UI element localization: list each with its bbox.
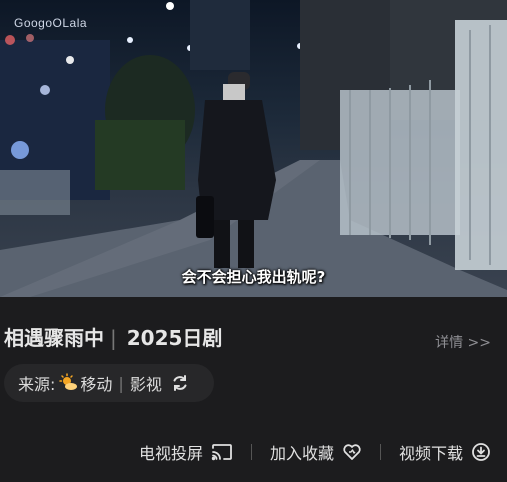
- cast-icon: [211, 444, 232, 461]
- download-icon: [472, 443, 490, 461]
- source-provider: 移动: [80, 375, 113, 394]
- video-subtitle: 会不会担心我出轨呢?: [181, 268, 326, 286]
- heart-icon: [343, 444, 361, 460]
- show-title: 相遇骤雨中 | 2025日剧: [4, 322, 222, 351]
- title-separator: |: [110, 326, 117, 350]
- show-title-text: 相遇骤雨中: [4, 326, 104, 350]
- action-divider: [250, 444, 252, 460]
- action-divider: [379, 444, 381, 460]
- video-player[interactable]: GoogoOLala 会不会担心我出轨呢?: [0, 0, 507, 297]
- cast-button[interactable]: 电视投屏: [139, 440, 233, 464]
- source-separator: |: [118, 373, 124, 393]
- favorite-button[interactable]: 加入收藏: [270, 440, 362, 464]
- details-link[interactable]: 详情 >>: [435, 332, 491, 352]
- download-label: 视频下载: [398, 444, 463, 463]
- title-row: 相遇骤雨中 | 2025日剧 详情 >>: [4, 322, 491, 352]
- favorite-label: 加入收藏: [269, 444, 334, 463]
- source-category: 影视: [129, 375, 162, 394]
- source-label: 来源:: [18, 375, 56, 394]
- sun-cloud-icon: [59, 373, 78, 390]
- download-button[interactable]: 视频下载: [399, 440, 491, 464]
- video-watermark: GoogoOLala: [14, 16, 88, 30]
- action-bar: 电视投屏 加入收藏 视频下载: [139, 440, 491, 464]
- refresh-icon[interactable]: [170, 373, 190, 393]
- cast-label: 电视投屏: [138, 444, 203, 463]
- source-selector[interactable]: 来源: 移动 | 影视: [4, 364, 214, 402]
- show-year-genre: 2025日剧: [126, 326, 223, 350]
- video-frame-scene: [0, 0, 507, 297]
